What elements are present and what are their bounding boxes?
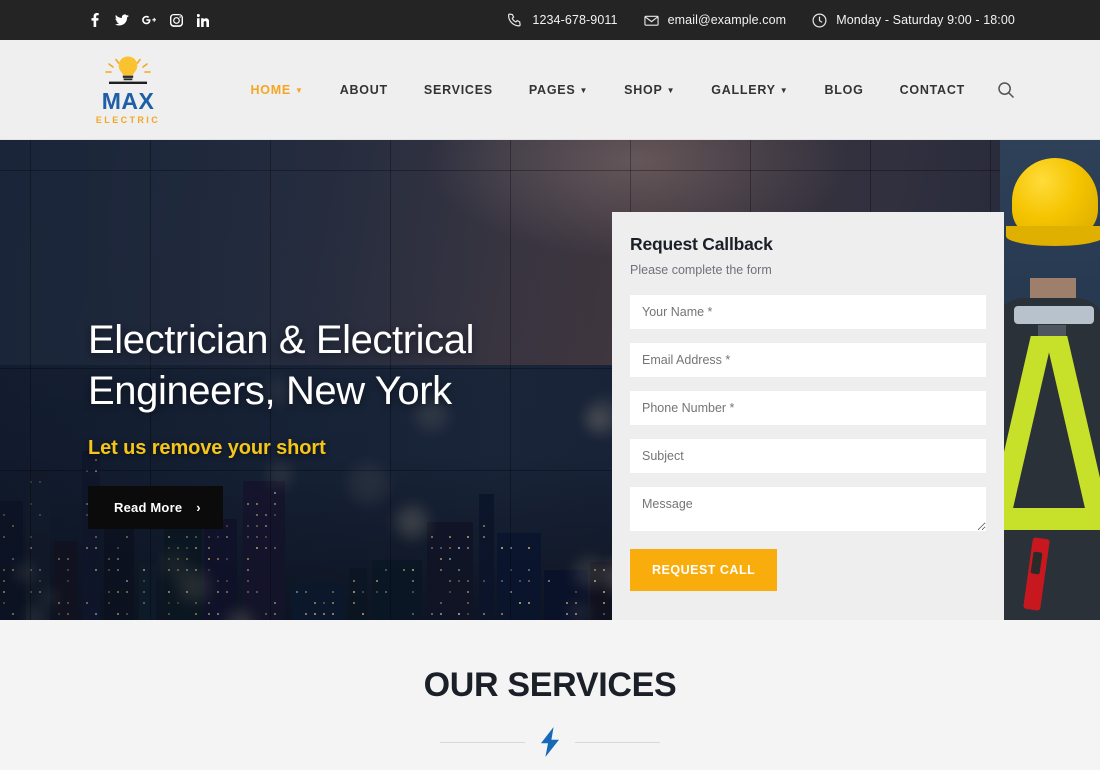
nav-label-services: SERVICES <box>423 82 493 97</box>
top-bar: 1234-678-9011 email@example.com Monday -… <box>0 0 1100 40</box>
our-services-section: OUR SERVICES Come aboard were expecting … <box>0 620 1100 770</box>
hero-heading: Electrician & Electrical Engineers, New … <box>88 315 608 417</box>
subject-field[interactable] <box>630 439 986 473</box>
hero-subheading: Let us remove your short <box>88 437 326 460</box>
phone-number: 1234-678-9011 <box>532 13 618 27</box>
hero-heading-line1: Electrician & Electrical <box>88 318 475 362</box>
nav-item-shop[interactable]: SHOP ▼ <box>606 83 693 97</box>
email-field[interactable] <box>630 343 986 377</box>
envelope-icon <box>643 13 659 28</box>
top-contact-info: 1234-678-9011 email@example.com Monday -… <box>508 12 1015 28</box>
google-plus-icon[interactable] <box>142 13 156 27</box>
email-info[interactable]: email@example.com <box>643 13 787 28</box>
services-title: OUR SERVICES <box>423 666 677 704</box>
phone-icon <box>508 12 523 28</box>
search-icon[interactable] <box>997 81 1015 99</box>
nav-item-about[interactable]: ABOUT <box>322 83 406 97</box>
hero-heading-line2: Engineers, New York <box>88 369 452 414</box>
form-title: Request Callback <box>630 234 773 254</box>
logo-subtitle: ELECTRIC <box>95 114 161 125</box>
nav-label-about: ABOUT <box>339 82 388 97</box>
form-subtitle: Please complete the form <box>630 263 772 277</box>
nav-label-blog: BLOG <box>824 82 864 97</box>
chevron-down-icon: ▼ <box>579 85 589 95</box>
main-navigation: HOME ▼ ABOUT SERVICES PAGES ▼ SHOP ▼ GAL… <box>233 81 1015 99</box>
worker-photo <box>1000 140 1100 620</box>
nav-item-services[interactable]: SERVICES <box>406 83 511 97</box>
section-divider <box>0 727 1100 757</box>
nav-item-pages[interactable]: PAGES ▼ <box>511 83 606 97</box>
phone-field[interactable] <box>630 391 986 425</box>
clock-icon <box>812 12 827 28</box>
hours-info: Monday - Saturday 9:00 - 18:00 <box>812 12 1015 28</box>
business-hours: Monday - Saturday 9:00 - 18:00 <box>836 13 1015 27</box>
facebook-icon[interactable] <box>88 13 102 27</box>
instagram-icon[interactable] <box>169 13 183 27</box>
site-header: MAX ELECTRIC HOME ▼ ABOUT SERVICES PAGES… <box>0 40 1100 140</box>
linkedin-icon[interactable] <box>196 13 210 27</box>
nav-item-gallery[interactable]: GALLERY ▼ <box>693 83 806 97</box>
nav-label-pages: PAGES <box>528 82 576 97</box>
lightning-bolt-icon <box>539 727 561 757</box>
phone-info[interactable]: 1234-678-9011 <box>508 12 618 28</box>
message-field[interactable] <box>630 487 986 531</box>
hero-copy: Electrician & Electrical Engineers, New … <box>88 315 608 530</box>
request-callback-form: Request Callback Please complete the for… <box>612 212 1004 620</box>
divider-line-left <box>440 741 525 743</box>
nav-item-blog[interactable]: BLOG <box>806 83 881 97</box>
nav-label-home: HOME <box>250 82 292 97</box>
nav-label-contact: CONTACT <box>899 82 965 97</box>
logo-name: MAX <box>101 87 155 114</box>
nav-item-contact[interactable]: CONTACT <box>882 83 983 97</box>
lightbulb-icon <box>101 55 155 89</box>
form-fields: REQUEST CALL <box>630 295 986 591</box>
chevron-down-icon: ▼ <box>779 85 789 95</box>
chevron-right-icon: › <box>196 500 201 516</box>
name-field[interactable] <box>630 295 986 329</box>
nav-item-home[interactable]: HOME ▼ <box>233 83 322 97</box>
nav-label-shop: SHOP <box>624 82 663 97</box>
hero-section: Electrician & Electrical Engineers, New … <box>0 140 1100 620</box>
nav-label-gallery: GALLERY <box>711 82 776 97</box>
chevron-down-icon: ▼ <box>666 85 676 95</box>
site-logo[interactable]: MAX ELECTRIC <box>88 55 168 125</box>
chevron-down-icon: ▼ <box>295 85 304 95</box>
request-call-button[interactable]: REQUEST CALL <box>630 549 778 591</box>
divider-line-right <box>575 741 660 743</box>
email-address: email@example.com <box>667 13 787 27</box>
social-links <box>88 13 210 27</box>
read-more-button[interactable]: Read More › <box>88 486 223 530</box>
twitter-icon[interactable] <box>115 13 129 27</box>
read-more-label: Read More <box>114 500 183 516</box>
